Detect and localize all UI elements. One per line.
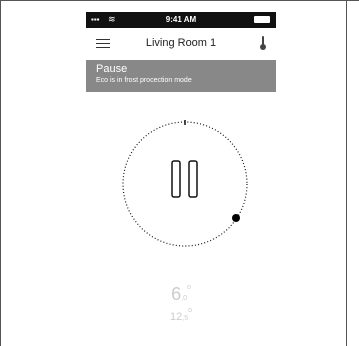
frame-border-top [0, 0, 359, 1]
banner-title: Pause [96, 63, 128, 75]
secondary-temp-whole: 12 [170, 311, 183, 323]
primary-temp-unit: o [186, 284, 191, 291]
frame-border-right [346, 0, 347, 346]
secondary-temperature: 12,5o [86, 307, 276, 325]
primary-temp-decimal: ,0 [181, 295, 187, 302]
thermostat-dial[interactable] [121, 120, 249, 248]
primary-temp-whole: 6 [171, 284, 182, 304]
phone-screen: ▪▪▪ ≋ 9:41 AM Living Room 1 Pause Eco is… [86, 12, 276, 346]
thermometer-icon[interactable] [260, 36, 266, 50]
status-time: 9:41 AM [165, 15, 197, 24]
battery-icon [254, 16, 270, 23]
frame-border-left [0, 0, 1, 346]
pause-icon-right-bar [188, 160, 198, 198]
status-bar: ▪▪▪ ≋ 9:41 AM [86, 12, 276, 28]
primary-temperature: 6,0 o [86, 284, 276, 305]
dial-ring [122, 121, 248, 247]
secondary-temp-decimal: ,5 [182, 315, 189, 322]
pause-icon-left-bar [171, 160, 181, 198]
nav-bar: Living Room 1 [86, 28, 276, 60]
secondary-temp-unit: o [188, 307, 192, 314]
banner-subtitle: Eco is in frost procection mode [96, 77, 192, 84]
page-title: Living Room 1 [145, 37, 217, 49]
status-banner: Pause Eco is in frost procection mode [86, 60, 276, 92]
dial-handle[interactable] [232, 214, 240, 222]
